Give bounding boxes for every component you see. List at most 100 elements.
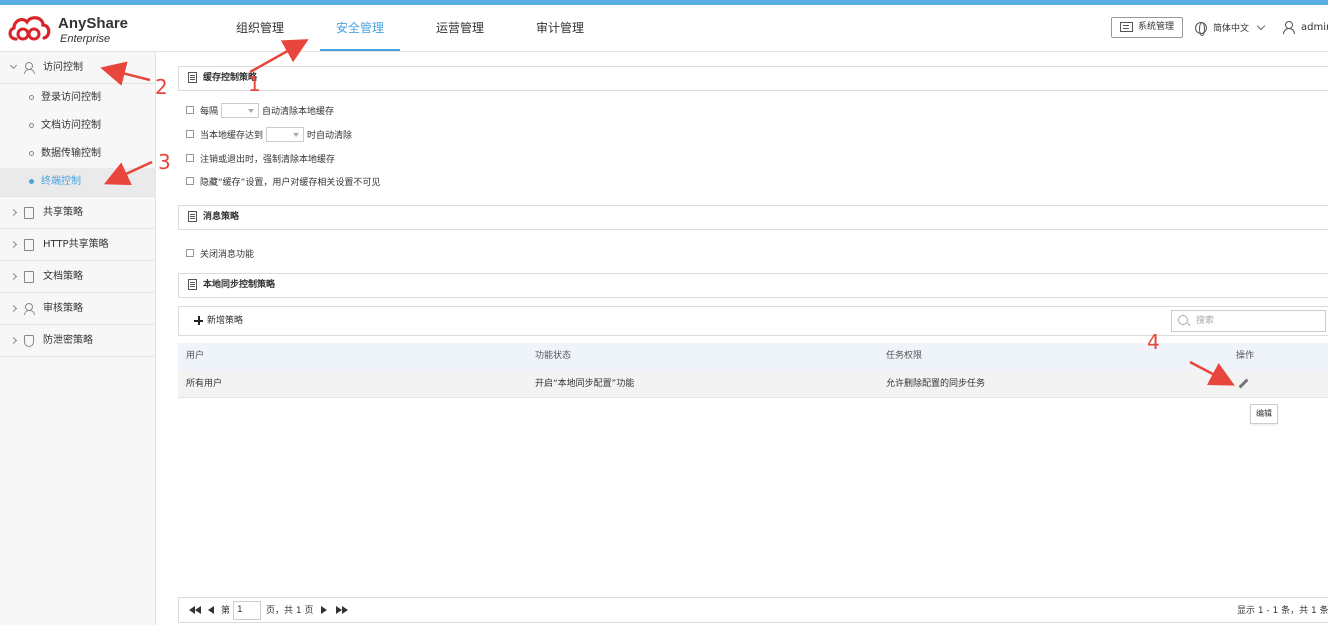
sidebar-sub-data-transfer[interactable]: 数据传输控制 xyxy=(0,140,155,168)
cloud-logo-icon xyxy=(8,16,51,41)
option-label: 隐藏“缓存”设置，用户对缓存相关设置不可见 xyxy=(200,177,381,188)
edit-pencil-icon[interactable] xyxy=(1237,378,1249,390)
checkbox[interactable] xyxy=(186,177,194,185)
column-header: 操作 xyxy=(1236,351,1255,361)
section-title: 消息策略 xyxy=(203,212,240,222)
cell-user: 所有用户 xyxy=(186,379,223,389)
system-management-button[interactable]: 系统管理 xyxy=(1111,17,1183,38)
last-page-button[interactable] xyxy=(336,606,348,616)
pagination-bar: 第 1 页，共 1 页 显示 1 - 1 条，共 1 条 xyxy=(178,597,1328,623)
bullet-icon xyxy=(29,179,34,184)
section-title: 本地同步控制策略 xyxy=(203,280,276,290)
cache-option-logout-clear: 注销或退出时，强制清除本地缓存 xyxy=(186,150,335,166)
document-icon xyxy=(24,271,34,283)
main-nav: 组织管理 安全管理 运营管理 审计管理 xyxy=(220,5,620,52)
checkbox[interactable] xyxy=(186,106,194,114)
user-name: admin xyxy=(1301,21,1328,33)
reviewer-icon xyxy=(24,303,35,315)
next-page-button[interactable] xyxy=(321,606,327,616)
column-header: 功能状态 xyxy=(535,351,572,361)
sidebar-item-doc-policy[interactable]: 文档策略 xyxy=(0,261,155,293)
language-selector[interactable]: 简体中文 xyxy=(1195,21,1266,36)
sidebar-sub-terminal-control[interactable]: 终端控制 xyxy=(0,168,155,196)
interval-select[interactable] xyxy=(221,102,260,118)
search-icon xyxy=(1178,315,1188,325)
chevron-right-icon xyxy=(9,272,18,281)
chevron-right-icon xyxy=(9,304,18,313)
sidebar-item-label: 审核策略 xyxy=(43,303,83,314)
sidebar-sub-doc-access[interactable]: 文档访问控制 xyxy=(0,112,155,140)
sidebar-submenu: 登录访问控制 文档访问控制 数据传输控制 终端控制 xyxy=(0,84,155,197)
size-select[interactable] xyxy=(266,126,305,142)
sidebar-item-review-policy[interactable]: 审核策略 xyxy=(0,293,155,325)
sidebar-item-access-control[interactable]: 访问控制 xyxy=(0,52,155,84)
bullet-icon xyxy=(29,95,34,100)
chevron-right-icon xyxy=(9,240,18,249)
sidebar-sub-label: 文档访问控制 xyxy=(41,120,101,131)
chevron-down-icon xyxy=(1256,21,1266,30)
edit-tooltip: 编辑 xyxy=(1250,404,1278,424)
add-policy-button[interactable]: 新增策略 xyxy=(207,316,243,326)
document-icon xyxy=(188,72,197,83)
system-management-label: 系统管理 xyxy=(1138,22,1175,32)
tab-operations-management[interactable]: 运营管理 xyxy=(420,5,500,51)
search-input[interactable]: 搜索 xyxy=(1171,310,1326,332)
annotation-number-3: 3 xyxy=(158,150,171,174)
cell-permission: 允许删除配置的同步任务 xyxy=(886,379,986,389)
document-icon xyxy=(188,211,197,222)
table-row[interactable]: 所有用户 开启“本地同步配置”功能 允许删除配置的同步任务 xyxy=(178,370,1328,398)
brand-name: AnyShare xyxy=(58,15,129,32)
sidebar-item-leak-prevention[interactable]: 防泄密策略 xyxy=(0,325,155,357)
checkbox[interactable] xyxy=(186,154,194,162)
option-label: 当本地缓存达到 xyxy=(200,130,264,141)
tab-security-management[interactable]: 安全管理 xyxy=(320,5,401,51)
message-policy-header: 消息策略 xyxy=(178,205,1328,230)
cache-option-size: 当本地缓存达到 时自动清除 xyxy=(186,126,352,142)
sidebar-sub-label: 数据传输控制 xyxy=(41,148,101,159)
bullet-icon xyxy=(29,123,34,128)
sidebar: 访问控制 登录访问控制 文档访问控制 数据传输控制 终端控制 共享策略 HTTP… xyxy=(0,52,156,625)
cell-status: 开启“本地同步配置”功能 xyxy=(535,379,635,389)
cache-option-interval: 每隔 自动清除本地缓存 xyxy=(186,102,334,118)
annotation-number-1: 1 xyxy=(248,72,261,96)
prev-page-button[interactable] xyxy=(208,606,214,616)
message-option-disable: 关闭消息功能 xyxy=(186,245,254,261)
sidebar-sub-login-access[interactable]: 登录访问控制 xyxy=(0,84,155,112)
page-suffix: 页，共 1 页 xyxy=(266,606,314,616)
chevron-down-icon xyxy=(9,61,18,70)
chevron-right-icon xyxy=(9,208,18,217)
first-page-button[interactable] xyxy=(189,606,201,616)
annotation-number-4: 4 xyxy=(1147,330,1160,354)
tab-audit-management[interactable]: 审计管理 xyxy=(520,5,600,51)
shield-icon xyxy=(24,335,34,347)
sync-policy-header: 本地同步控制策略 xyxy=(178,273,1328,298)
brand-edition: Enterprise xyxy=(60,33,111,45)
page-number-input[interactable]: 1 xyxy=(233,601,261,620)
records-summary: 显示 1 - 1 条，共 1 条 xyxy=(1237,606,1328,616)
tab-org-management[interactable]: 组织管理 xyxy=(220,5,300,51)
option-label: 每隔 xyxy=(200,106,219,117)
user-key-icon xyxy=(24,62,35,74)
column-header: 任务权限 xyxy=(886,351,923,361)
cache-option-hide-setting: 隐藏“缓存”设置，用户对缓存相关设置不可见 xyxy=(186,173,380,189)
option-label: 自动清除本地缓存 xyxy=(262,106,335,117)
option-label: 关闭消息功能 xyxy=(200,249,255,260)
checkbox[interactable] xyxy=(186,249,194,257)
http-doc-icon xyxy=(24,239,34,251)
bullet-icon xyxy=(29,151,34,156)
anyshare-logo[interactable]: AnyShare Enterprise xyxy=(6,11,156,47)
sidebar-sub-label: 登录访问控制 xyxy=(41,92,101,103)
document-icon xyxy=(188,279,197,290)
sidebar-item-label: HTTP共享策略 xyxy=(43,239,109,250)
annotation-number-2: 2 xyxy=(155,75,168,99)
user-icon xyxy=(1283,21,1295,34)
checkbox[interactable] xyxy=(186,130,194,138)
sidebar-item-http-share-policy[interactable]: HTTP共享策略 xyxy=(0,229,155,261)
share-doc-icon xyxy=(24,207,34,219)
app-header: AnyShare Enterprise 组织管理 安全管理 运营管理 审计管理 … xyxy=(0,5,1328,52)
user-menu[interactable]: admin xyxy=(1283,21,1328,34)
column-header: 用户 xyxy=(186,351,205,361)
search-placeholder: 搜索 xyxy=(1196,316,1215,326)
sidebar-item-share-policy[interactable]: 共享策略 xyxy=(0,197,155,229)
system-icon xyxy=(1120,22,1133,32)
